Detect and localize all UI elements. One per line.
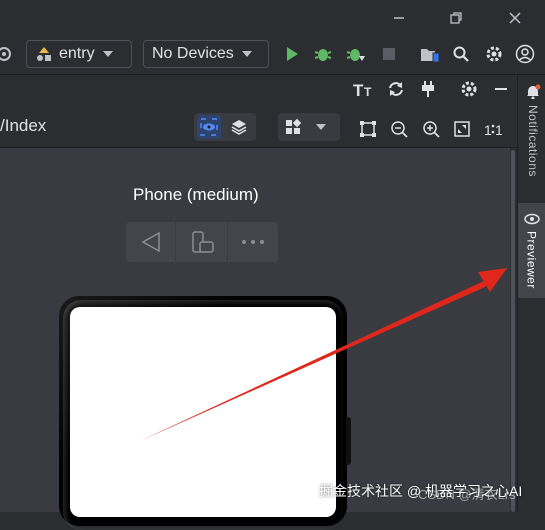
notifications-tab[interactable]: Notifications — [522, 83, 544, 193]
watermark-text: 掘金技术社区 @ 机器学习之心AI — [319, 483, 523, 499]
arrow-head-icon — [478, 268, 507, 292]
bell-icon — [527, 84, 541, 99]
annotation-arrow — [140, 268, 507, 441]
notifications-tab-label: Notifications — [526, 105, 540, 177]
previewer-tab[interactable]: Previewer — [518, 203, 545, 298]
eye-icon — [523, 213, 540, 225]
previewer-tab-label: Previewer — [524, 231, 539, 289]
arrow-shaft — [140, 279, 488, 441]
